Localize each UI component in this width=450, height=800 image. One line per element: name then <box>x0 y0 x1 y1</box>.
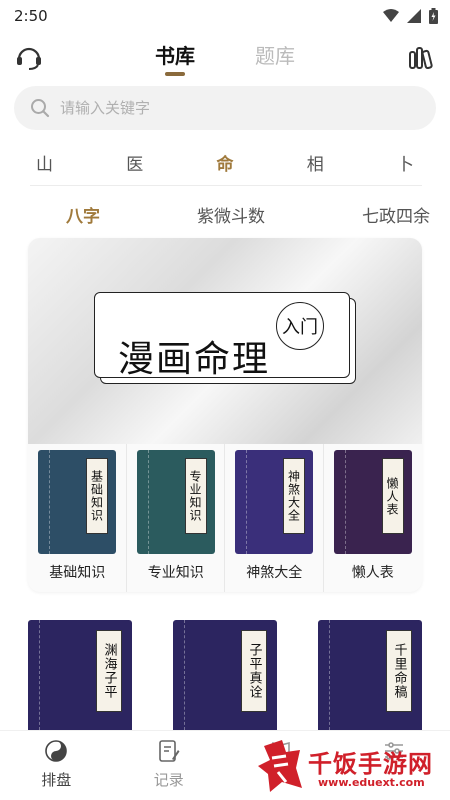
book-item[interactable]: 子平真诠 <box>173 620 277 730</box>
book-cover-label: 专业知识 <box>184 458 207 534</box>
category-divider <box>30 185 422 186</box>
tab-question-bank[interactable]: 题库 <box>255 32 295 82</box>
subcategory-bazi[interactable]: 八字 <box>66 202 100 227</box>
signal-icon <box>407 9 421 23</box>
search-icon <box>31 99 50 118</box>
wifi-icon <box>383 9 399 22</box>
tab-question-bank-label: 题库 <box>255 44 295 68</box>
nav-records[interactable]: 记录 <box>113 731 226 800</box>
book-cover-label: 子平真诠 <box>241 630 267 712</box>
subcategory-qizheng[interactable]: 七政四余 <box>362 202 430 227</box>
book-cover: 基础知识 <box>38 450 116 554</box>
search-input[interactable] <box>60 99 400 117</box>
book-item[interactable]: 基础知识 基础知识 <box>28 444 127 592</box>
banner-badge: 入门 <box>276 302 324 350</box>
book-cover: 专业知识 <box>136 450 215 554</box>
book-name: 基础知识 <box>49 565 106 581</box>
featured-card: 漫画命理 入门 基础知识 基础知识 专业知识 专业知识 神煞大全 神煞大全 懒人… <box>28 238 422 592</box>
category-tabs: 山 医 命 相 卜 <box>0 142 450 182</box>
search-bar[interactable] <box>14 86 436 130</box>
watermark-url: www.eduext.com <box>318 776 425 789</box>
tab-library-label: 书库 <box>155 44 195 68</box>
customer-service-icon[interactable] <box>14 42 44 72</box>
tab-active-indicator <box>165 72 185 76</box>
book-spine <box>32 620 40 730</box>
book-name: 神煞大全 <box>246 565 303 581</box>
book-item[interactable]: 神煞大全 神煞大全 <box>225 444 324 592</box>
banner-title: 漫画命理 <box>118 339 271 380</box>
nav-paipan-label: 排盘 <box>41 771 72 789</box>
book-cover: 懒人表 <box>333 450 412 554</box>
status-bar: 2:50 <box>0 0 450 32</box>
book-cover-label: 懒人表 <box>381 458 404 534</box>
book-cover-label: 神煞大全 <box>283 458 305 534</box>
book-item[interactable]: 千里命稿 <box>318 620 422 730</box>
book-spine <box>239 450 247 554</box>
book-spine <box>177 620 185 730</box>
category-yi[interactable]: 医 <box>126 150 143 175</box>
book-spine <box>322 620 330 730</box>
category-bu[interactable]: 卜 <box>397 150 414 175</box>
category-shan[interactable]: 山 <box>36 150 53 175</box>
book-cover: 神煞大全 <box>235 450 313 554</box>
edit-note-icon <box>158 740 180 762</box>
book-name: 懒人表 <box>351 565 394 581</box>
book-item[interactable]: 专业知识 专业知识 <box>127 444 225 592</box>
comic-banner[interactable]: 漫画命理 入门 <box>28 238 422 444</box>
site-watermark: 千饭手游网 www.eduext.com <box>256 736 446 796</box>
bookshelf-icon[interactable] <box>406 42 436 72</box>
book-item[interactable]: 渊海子平 <box>28 620 132 730</box>
book-name: 专业知识 <box>147 565 204 581</box>
category-ming[interactable]: 命 <box>217 150 234 175</box>
book-item[interactable]: 懒人表 懒人表 <box>324 444 423 592</box>
book-spine <box>141 450 149 554</box>
nav-paipan[interactable]: 排盘 <box>0 731 113 800</box>
subcategory-tabs: 八字 紫微斗数 七政四余 <box>0 196 450 232</box>
nav-records-label: 记录 <box>153 771 184 789</box>
app-header: 书库 题库 <box>0 32 450 82</box>
book-cover-label: 基础知识 <box>86 458 108 534</box>
featured-books: 基础知识 基础知识 专业知识 专业知识 神煞大全 神煞大全 懒人表 懒人表 <box>28 444 422 592</box>
watermark-text: 千饭手游网 <box>308 750 433 778</box>
book-spine <box>42 450 50 554</box>
subcategory-ziwei[interactable]: 紫微斗数 <box>197 202 265 227</box>
status-time: 2:50 <box>14 7 48 25</box>
battery-icon <box>429 8 438 24</box>
book-cover-label: 千里命稿 <box>386 630 412 712</box>
yin-yang-icon <box>45 740 68 762</box>
book-list: 渊海子平 子平真诠 千里命稿 <box>28 620 422 730</box>
book-spine <box>338 450 346 554</box>
tab-library[interactable]: 书库 <box>155 32 195 82</box>
watermark-logo-icon <box>258 740 302 792</box>
category-xiang[interactable]: 相 <box>307 150 324 175</box>
book-cover-label: 渊海子平 <box>96 630 122 712</box>
top-tabs: 书库 题库 <box>0 32 450 82</box>
status-icons <box>383 8 438 24</box>
